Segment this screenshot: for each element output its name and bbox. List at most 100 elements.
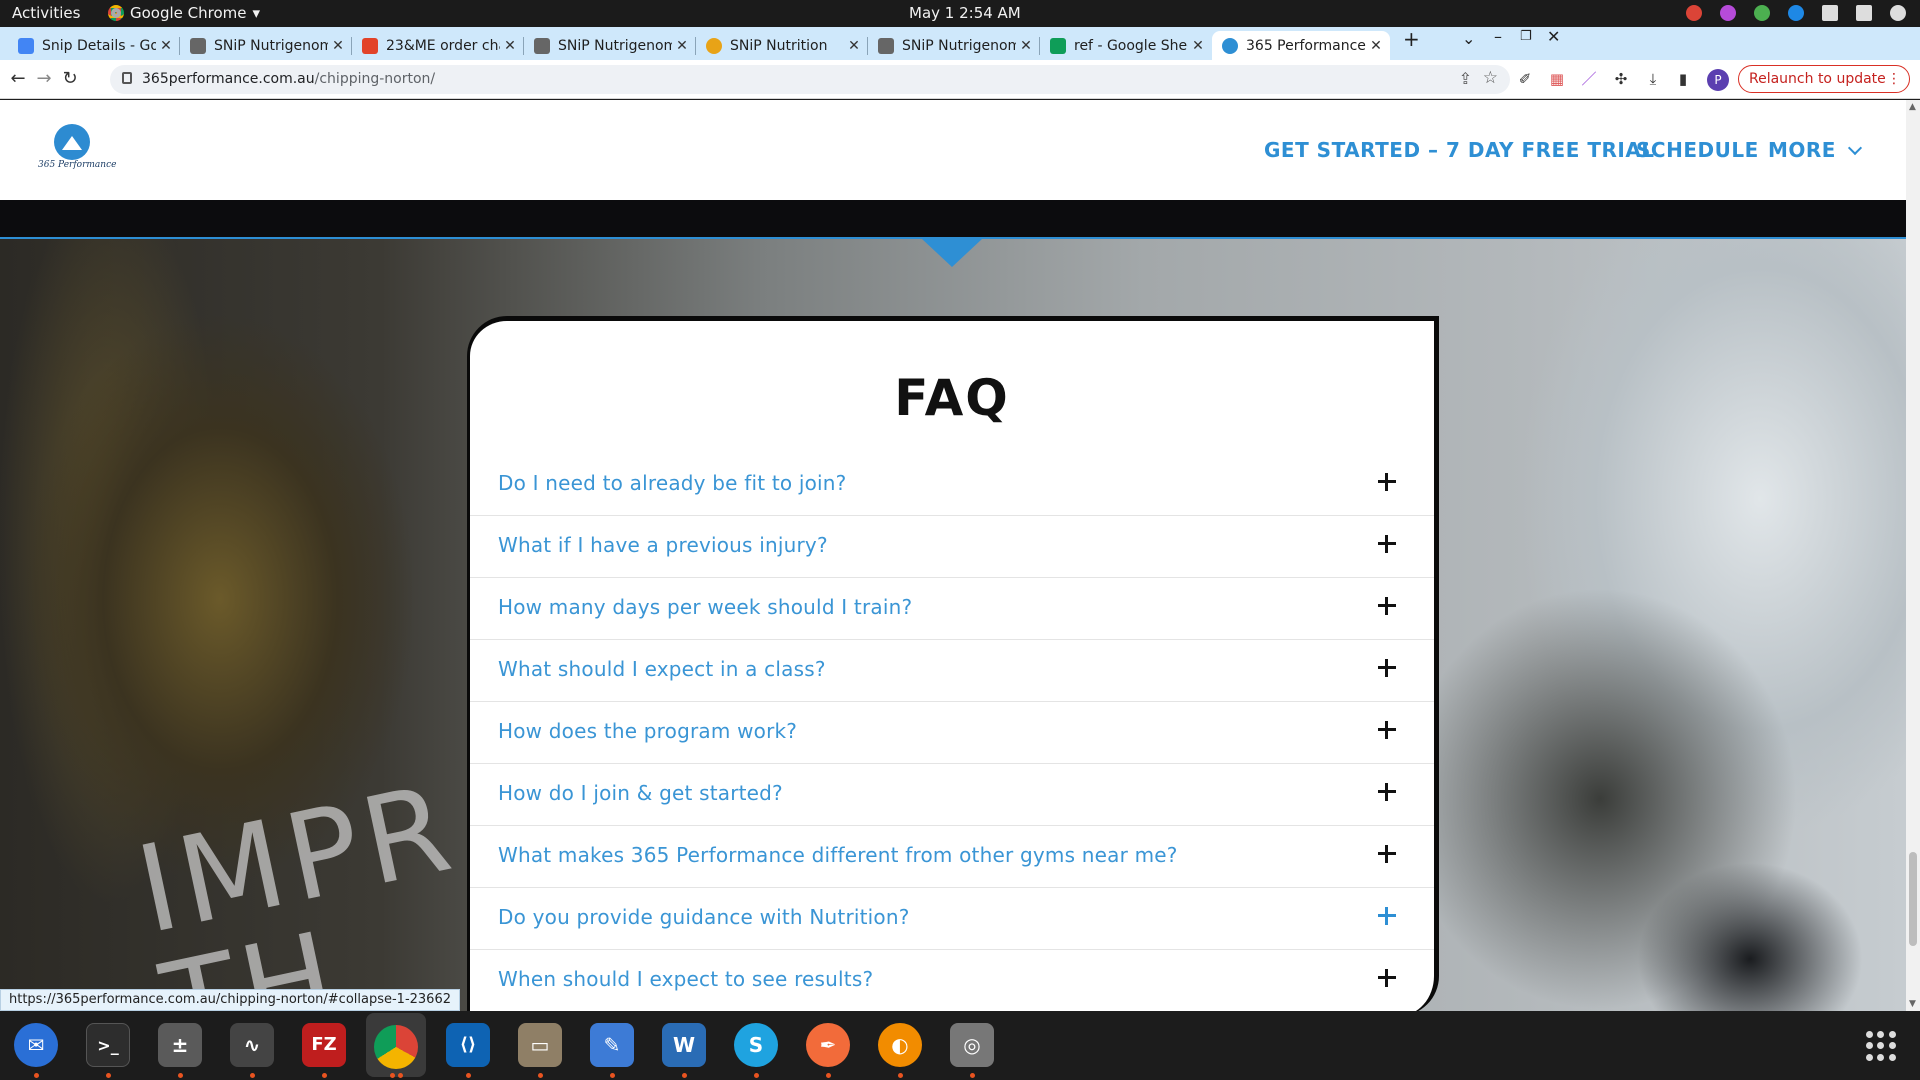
volume-icon[interactable]: [1856, 5, 1872, 21]
pen-extension-icon[interactable]: ／: [1580, 70, 1598, 88]
vscode-icon[interactable]: ⟨⟩: [446, 1023, 490, 1067]
activities-button[interactable]: Activities: [12, 4, 80, 22]
plus-icon[interactable]: [1376, 781, 1398, 803]
close-icon[interactable]: ✕: [500, 38, 520, 54]
back-icon[interactable]: ←: [6, 68, 30, 89]
power-icon[interactable]: [1890, 5, 1906, 21]
extension-tray-icon[interactable]: [1720, 5, 1736, 21]
plus-icon[interactable]: [1376, 657, 1398, 679]
forward-icon[interactable]: →: [32, 68, 56, 89]
extensions-puzzle-icon[interactable]: ✣: [1612, 70, 1630, 88]
plus-icon[interactable]: [1376, 719, 1398, 741]
faq-question[interactable]: How many days per week should I train?: [498, 595, 912, 619]
faq-question[interactable]: How do I join & get started?: [498, 781, 783, 805]
download-icon[interactable]: ⤓: [1644, 70, 1662, 88]
update-tray-icon[interactable]: [1754, 5, 1770, 21]
filezilla-icon[interactable]: FZ: [302, 1023, 346, 1067]
plus-icon[interactable]: [1376, 843, 1398, 865]
faq-item[interactable]: How many days per week should I train?: [470, 578, 1434, 640]
system-monitor-icon[interactable]: ∿: [230, 1023, 274, 1067]
nav-free-trial[interactable]: GET STARTED – 7 DAY FREE TRIAL: [1264, 138, 1655, 162]
window-close-icon[interactable]: ✕: [1547, 27, 1560, 46]
faq-question[interactable]: How does the program work?: [498, 719, 797, 743]
faq-item[interactable]: What should I expect in a class?: [470, 640, 1434, 702]
close-icon[interactable]: ✕: [156, 38, 176, 54]
plus-icon[interactable]: [1376, 905, 1398, 927]
faq-question[interactable]: What if I have a previous injury?: [498, 533, 828, 557]
tab-snip-nutrigenomics-3[interactable]: SNiP Nutrigenomics A ✕: [868, 31, 1040, 60]
close-icon[interactable]: ✕: [1188, 38, 1208, 54]
disk-utility-icon[interactable]: ◎: [950, 1023, 994, 1067]
close-icon[interactable]: ✕: [844, 38, 864, 54]
faq-item[interactable]: Do you provide guidance with Nutrition?: [470, 888, 1434, 950]
close-icon[interactable]: ✕: [1366, 38, 1386, 54]
faq-item[interactable]: What if I have a previous injury?: [470, 516, 1434, 578]
text-editor-icon[interactable]: ✎: [590, 1023, 634, 1067]
close-icon[interactable]: ✕: [1016, 38, 1036, 54]
new-tab-icon[interactable]: +: [1403, 27, 1420, 51]
kebab-menu-icon[interactable]: ⋮: [1887, 66, 1901, 92]
calculator-icon[interactable]: ±: [158, 1023, 202, 1067]
scrollbar-thumb[interactable]: [1909, 852, 1917, 946]
relaunch-button[interactable]: Relaunch to update ⋮: [1738, 65, 1910, 93]
tab-snip-nutrition[interactable]: SNiP Nutrition ✕: [696, 31, 868, 60]
faq-question[interactable]: What makes 365 Performance different fro…: [498, 843, 1178, 867]
tab-snip-nutrigenomics-2[interactable]: SNiP Nutrigenomics A ✕: [524, 31, 696, 60]
faq-item[interactable]: How do I join & get started?: [470, 764, 1434, 826]
faq-item[interactable]: When should I expect to see results?: [470, 950, 1434, 1011]
tab-23andme[interactable]: 23&ME order change ✕: [352, 31, 524, 60]
chrome-tray-icon[interactable]: [1686, 5, 1702, 21]
restore-icon[interactable]: ❐: [1520, 29, 1532, 44]
clock[interactable]: May 1 2:54 AM: [909, 4, 1021, 22]
nav-schedule[interactable]: SCHEDULE: [1636, 138, 1759, 162]
firefox-icon[interactable]: ◐: [878, 1023, 922, 1067]
faq-item[interactable]: What makes 365 Performance different fro…: [470, 826, 1434, 888]
eyedropper-icon[interactable]: ✐: [1516, 70, 1534, 88]
scroll-down-icon[interactable]: ▼: [1909, 999, 1916, 1009]
nav-more[interactable]: MORE: [1768, 138, 1863, 162]
share-icon[interactable]: ⇪: [1459, 69, 1472, 88]
writer-icon[interactable]: W: [662, 1023, 706, 1067]
app-menu[interactable]: Google Chrome ▾: [108, 4, 260, 22]
calendar-extension-icon[interactable]: ▦: [1548, 70, 1566, 88]
lock-icon[interactable]: [122, 72, 132, 84]
reload-icon[interactable]: ↻: [58, 68, 82, 89]
x-tray-icon[interactable]: [1788, 5, 1804, 21]
chrome-dock-icon[interactable]: [366, 1013, 426, 1077]
page-scrollbar[interactable]: ▲ ▼: [1906, 100, 1920, 1011]
show-apps-icon[interactable]: [1866, 1031, 1896, 1061]
tab-ref-google-sheets[interactable]: ref - Google Sheets ✕: [1040, 31, 1212, 60]
plus-icon[interactable]: [1376, 471, 1398, 493]
tab-365-performance[interactable]: 365 Performance Chip ✕: [1212, 31, 1390, 60]
plus-icon[interactable]: [1376, 967, 1398, 989]
files-icon[interactable]: ▭: [518, 1023, 562, 1067]
faq-question[interactable]: Do I need to already be fit to join?: [498, 471, 847, 495]
faq-item[interactable]: Do I need to already be fit to join?: [470, 454, 1434, 516]
network-icon[interactable]: [1822, 5, 1838, 21]
profile-avatar[interactable]: P: [1707, 69, 1729, 91]
thunderbird-icon[interactable]: ✉: [14, 1023, 58, 1067]
postman-icon[interactable]: ✒: [806, 1023, 850, 1067]
faq-question[interactable]: When should I expect to see results?: [498, 967, 873, 991]
address-bar[interactable]: 365performance.com.au/chipping-norton/ ⇪…: [110, 65, 1510, 94]
system-tray[interactable]: [1686, 5, 1906, 21]
faq-question[interactable]: What should I expect in a class?: [498, 657, 826, 681]
faq-question[interactable]: Do you provide guidance with Nutrition?: [498, 905, 910, 929]
plus-icon[interactable]: [1376, 533, 1398, 555]
minimize-icon[interactable]: –: [1494, 27, 1502, 46]
side-panel-icon[interactable]: ▮: [1674, 70, 1692, 88]
close-icon[interactable]: ✕: [672, 38, 692, 54]
terminal-icon[interactable]: >_: [86, 1023, 130, 1067]
tab-snip-details[interactable]: Snip Details - Google ✕: [8, 31, 180, 60]
mountain-logo-icon: [54, 124, 90, 160]
scroll-up-icon[interactable]: ▲: [1909, 102, 1916, 112]
plus-icon[interactable]: [1376, 595, 1398, 617]
site-logo[interactable]: 365 Performance: [36, 124, 116, 174]
skype-icon[interactable]: S: [734, 1023, 778, 1067]
tab-snip-nutrigenomics-1[interactable]: SNiP Nutrigenomics A ✕: [180, 31, 352, 60]
url-text[interactable]: 365performance.com.au/chipping-norton/: [142, 71, 435, 87]
bookmark-star-icon[interactable]: ☆: [1483, 68, 1498, 88]
tab-search-icon[interactable]: ⌄: [1462, 29, 1475, 48]
close-icon[interactable]: ✕: [328, 38, 348, 54]
faq-item[interactable]: How does the program work?: [470, 702, 1434, 764]
